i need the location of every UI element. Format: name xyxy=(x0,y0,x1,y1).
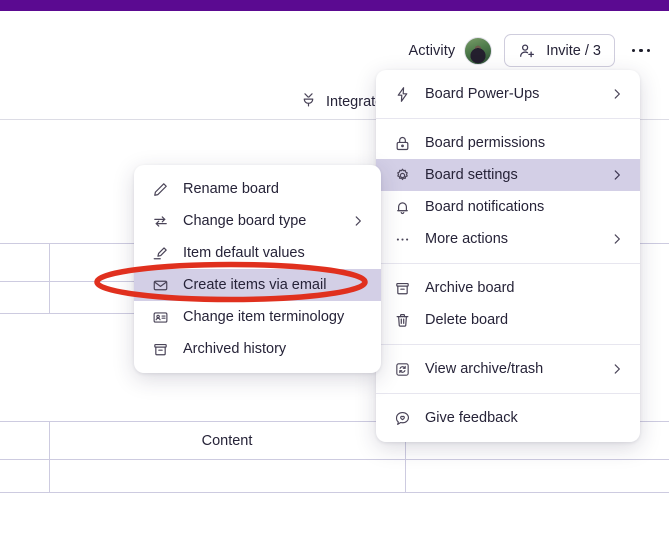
plug-icon xyxy=(300,91,317,112)
menu-item-label: Delete board xyxy=(425,312,509,328)
menu-item-archived-history[interactable]: Archived history xyxy=(134,333,381,365)
invite-label: Invite / 3 xyxy=(546,42,601,59)
menu-item-change-item-terminology[interactable]: Change item terminology xyxy=(134,301,381,333)
menu-item-create-items-via-email[interactable]: Create items via email xyxy=(134,269,381,301)
board-more-options-button[interactable] xyxy=(627,37,655,65)
grid-hline xyxy=(0,459,669,460)
menu-item-label: Item default values xyxy=(183,245,305,261)
header-actions: Activity Invite / 3 xyxy=(408,34,655,67)
menu-separator xyxy=(376,344,640,345)
menu-item-more-actions[interactable]: More actions xyxy=(376,223,640,255)
menu-item-label: View archive/trash xyxy=(425,361,544,377)
envelope-icon xyxy=(150,275,170,295)
menu-item-board-permissions[interactable]: Board permissions xyxy=(376,127,640,159)
menu-separator xyxy=(376,263,640,264)
menu-item-board-power-ups[interactable]: Board Power-Ups xyxy=(376,78,640,110)
lock-icon xyxy=(392,133,412,153)
board-settings-submenu: Rename board Change board type Item defa… xyxy=(134,165,381,373)
menu-group: View archive/trash xyxy=(376,353,640,385)
grid-vline xyxy=(49,243,50,313)
chevron-right-icon xyxy=(610,232,624,246)
feedback-heart-icon xyxy=(392,408,412,428)
menu-item-label: Board settings xyxy=(425,167,518,183)
menu-separator xyxy=(376,393,640,394)
chevron-right-icon xyxy=(351,214,365,228)
lightning-icon xyxy=(392,84,412,104)
kebab-dot xyxy=(639,48,643,53)
menu-item-board-settings[interactable]: Board settings xyxy=(376,159,640,191)
menu-item-change-board-type[interactable]: Change board type xyxy=(134,205,381,237)
highlighter-icon xyxy=(150,243,170,263)
menu-item-label: Create items via email xyxy=(183,277,327,293)
app-root: Content Integrate Activity Invite / 3 Bo… xyxy=(0,0,669,537)
pencil-icon xyxy=(150,179,170,199)
menu-group: Archive board Delete board xyxy=(376,272,640,336)
menu-item-view-archive-trash[interactable]: View archive/trash xyxy=(376,353,640,385)
kebab-dot xyxy=(646,48,651,53)
menu-item-label: Give feedback xyxy=(425,410,518,426)
menu-group: Give feedback xyxy=(376,402,640,434)
archive-icon xyxy=(392,278,412,298)
menu-item-label: Board notifications xyxy=(425,199,545,215)
menu-item-label: Change item terminology xyxy=(183,309,345,325)
id-card-icon xyxy=(150,307,170,327)
archive-box-icon xyxy=(392,359,412,379)
board-options-menu: Board Power-Ups Board permissions Board … xyxy=(376,70,640,442)
chevron-right-icon xyxy=(610,87,624,101)
menu-item-give-feedback[interactable]: Give feedback xyxy=(376,402,640,434)
menu-item-label: Board Power-Ups xyxy=(425,86,540,102)
swap-icon xyxy=(150,211,170,231)
kebab-dot xyxy=(631,48,636,53)
menu-group: Board Power-Ups xyxy=(376,78,640,110)
avatar[interactable] xyxy=(464,36,493,65)
archive-icon xyxy=(150,339,170,359)
menu-separator xyxy=(376,118,640,119)
menu-item-label: Board permissions xyxy=(425,135,546,151)
chevron-right-icon xyxy=(610,362,624,376)
invite-button[interactable]: Invite / 3 xyxy=(504,34,615,67)
person-add-icon xyxy=(518,42,536,60)
menu-item-label: More actions xyxy=(425,231,509,247)
menu-item-delete-board[interactable]: Delete board xyxy=(376,304,640,336)
trash-icon xyxy=(392,310,412,330)
grid-hline xyxy=(0,492,669,493)
menu-item-label: Rename board xyxy=(183,181,279,197)
toolbar-integrate-label: Integrate xyxy=(326,93,384,110)
ellipsis-icon xyxy=(392,229,412,249)
toolbar-integrate-button[interactable]: Integrate xyxy=(300,91,383,112)
menu-item-board-notifications[interactable]: Board notifications xyxy=(376,191,640,223)
grid-cell-content[interactable]: Content xyxy=(49,426,405,456)
menu-item-label: Archive board xyxy=(425,280,515,296)
chevron-right-icon xyxy=(610,168,624,182)
brand-top-bar xyxy=(0,0,669,11)
menu-item-archive-board[interactable]: Archive board xyxy=(376,272,640,304)
menu-group: Board permissions Board settings Board n… xyxy=(376,127,640,255)
gear-icon xyxy=(392,165,412,185)
menu-item-label: Archived history xyxy=(183,341,287,357)
menu-item-label: Change board type xyxy=(183,213,307,229)
activity-group[interactable]: Activity xyxy=(408,36,493,65)
menu-item-item-default-values[interactable]: Item default values xyxy=(134,237,381,269)
menu-item-rename-board[interactable]: Rename board xyxy=(134,173,381,205)
activity-label: Activity xyxy=(408,42,456,59)
bell-icon xyxy=(392,197,412,217)
